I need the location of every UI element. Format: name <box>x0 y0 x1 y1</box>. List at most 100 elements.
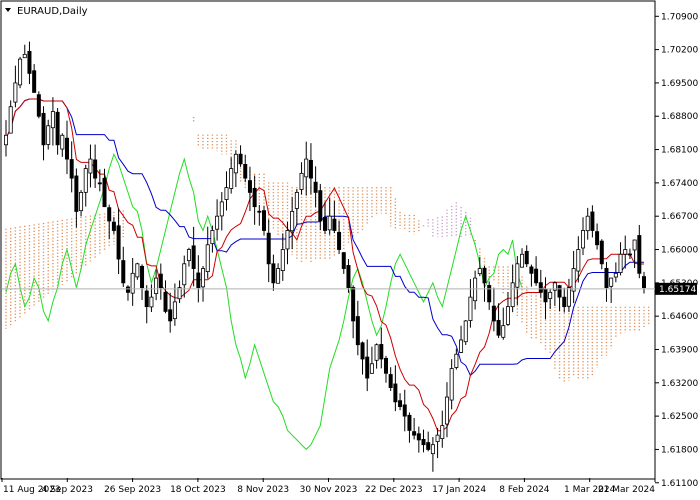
candle-body-bullish <box>79 191 84 212</box>
candle-body-bearish <box>557 285 562 298</box>
candle-body-bearish <box>308 159 313 179</box>
candle-body-bearish <box>266 232 271 265</box>
candle-body-bullish <box>520 253 525 268</box>
candle-body-bullish <box>581 230 586 249</box>
candle-body-bullish <box>304 158 309 178</box>
y-tick-label: 1.63900 <box>661 345 698 355</box>
candle-body-bearish <box>238 153 243 165</box>
candle-body-bullish <box>571 268 576 292</box>
x-tick-label: 8 Feb 2024 <box>499 485 550 495</box>
candle-body-bullish <box>285 230 290 250</box>
candle-body-bullish <box>224 187 229 200</box>
candle-body-bullish <box>201 268 206 288</box>
candle-body-bearish <box>322 217 327 231</box>
candle-body-bullish <box>576 249 581 272</box>
candle-body-bullish <box>459 339 464 353</box>
candle-body-bullish <box>182 263 187 286</box>
x-tick-label: 17 Jan 2024 <box>432 485 486 495</box>
candle-body-bearish <box>74 175 79 212</box>
candle-body-bullish <box>172 301 177 320</box>
candle-body-bearish <box>637 235 642 274</box>
candle-body-bearish <box>543 288 548 303</box>
candle-body-bullish <box>454 353 459 368</box>
candle-body-bearish <box>121 260 126 284</box>
candle-body-bullish <box>219 201 224 217</box>
candle-body-bullish <box>135 263 140 278</box>
candle-body-bullish <box>294 191 299 209</box>
candle-body-bearish <box>416 433 421 441</box>
candle-body-bearish <box>102 177 107 208</box>
candle-body-bearish <box>93 159 98 179</box>
candle-body-bullish <box>130 272 135 294</box>
candle-body-bullish <box>205 244 210 273</box>
candle-body-bullish <box>444 396 449 425</box>
candle-body-bearish <box>196 272 201 288</box>
y-tick-label: 1.70900 <box>661 12 698 22</box>
y-tick-label: 1.66700 <box>661 212 698 222</box>
candle-body-bearish <box>487 285 492 303</box>
candle-body-bearish <box>562 296 567 308</box>
candle-body-bearish <box>140 265 145 288</box>
current-price-tag: 1.65174 <box>655 282 697 295</box>
x-tick-label: 21 Mar 2024 <box>598 485 655 495</box>
candle-body-bearish <box>604 267 609 288</box>
candle-body-bullish <box>50 111 55 129</box>
candle-body-bearish <box>398 400 403 407</box>
candle-body-bullish <box>60 134 65 150</box>
candle-body-bearish <box>191 245 196 269</box>
candle-body-bearish <box>55 111 60 146</box>
candle-body-bearish <box>496 319 501 336</box>
candle-body-bullish <box>149 296 154 308</box>
candle-body-bullish <box>13 82 18 103</box>
candle-body-bullish <box>233 153 238 174</box>
candle-body-bullish <box>613 272 618 278</box>
candle-body-bullish <box>210 230 215 245</box>
candle-body-bullish <box>299 172 304 190</box>
candle-body-bullish <box>154 277 159 295</box>
x-tick-label: 18 Oct 2023 <box>170 485 226 495</box>
candle-body-bullish <box>374 344 379 361</box>
candle-body-bullish <box>618 253 623 273</box>
candle-body-bearish <box>346 265 351 289</box>
candle-body-bearish <box>412 431 417 436</box>
candle-body-bearish <box>41 112 46 146</box>
candle-body-bearish <box>168 309 173 322</box>
candle-body-bearish <box>262 210 267 231</box>
candle-body-bearish <box>36 94 41 117</box>
candle-body-bearish <box>355 316 360 346</box>
candle-body-bearish <box>257 210 262 213</box>
candle-body-bearish <box>421 438 426 446</box>
candle-body-bearish <box>125 286 130 293</box>
candle-body-bearish <box>491 305 496 322</box>
candle-body-bullish <box>449 368 454 401</box>
candle-body-bearish <box>97 182 102 185</box>
candle-body-bearish <box>595 231 600 246</box>
candle-body-bearish <box>351 287 356 322</box>
candle-body-bearish <box>69 159 74 179</box>
candle-body-bearish <box>482 267 487 284</box>
candle-body-bearish <box>144 290 149 308</box>
candle-body-bearish <box>313 181 318 193</box>
candle-body-bullish <box>435 434 440 443</box>
x-tick-label: 8 Nov 2023 <box>237 485 289 495</box>
x-tick-label: 4 Sep 2023 <box>42 485 93 495</box>
candle-body-bearish <box>524 250 529 265</box>
candle-body-bearish <box>393 383 398 403</box>
y-tick-label: 1.64600 <box>661 312 698 322</box>
candle-body-bearish <box>163 291 168 312</box>
current-price-value: 1.65174 <box>659 285 696 295</box>
chart-background <box>0 0 700 500</box>
candle-body-bullish <box>548 291 553 299</box>
candle-body-bearish <box>642 276 647 288</box>
candle-body-bullish <box>585 215 590 232</box>
candle <box>18 56 23 89</box>
y-tick-label: 1.61800 <box>661 445 698 455</box>
y-tick-label: 1.68800 <box>661 112 698 122</box>
candle-body-bullish <box>632 239 637 251</box>
candle-body-bearish <box>318 190 323 222</box>
y-tick-label: 1.62500 <box>661 412 698 422</box>
candle-body-bearish <box>383 357 388 374</box>
y-tick-label: 1.68100 <box>661 146 698 156</box>
candle-body-bullish <box>46 125 51 145</box>
candle-body-bearish <box>337 231 342 250</box>
